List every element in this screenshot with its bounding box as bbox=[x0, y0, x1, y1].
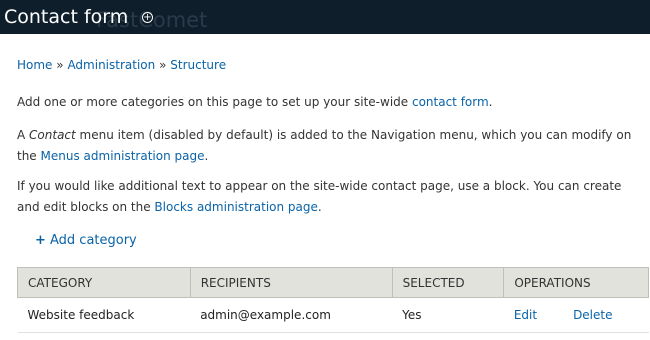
breadcrumb-administration[interactable]: Administration bbox=[67, 58, 155, 72]
help-text: Add one or more categories on this page … bbox=[17, 95, 412, 109]
table-row: Website feedback admin@example.com Yes E… bbox=[17, 297, 649, 333]
breadcrumb-structure[interactable]: Structure bbox=[170, 58, 226, 72]
blocks-admin-link[interactable]: Blocks administration page bbox=[154, 200, 317, 214]
breadcrumb-separator: » bbox=[159, 58, 167, 72]
help-paragraph-2: A Contact menu item (disabled by default… bbox=[17, 125, 642, 167]
help-text: . bbox=[317, 200, 322, 214]
column-header-operations: Operations bbox=[503, 267, 649, 298]
breadcrumb-home[interactable]: Home bbox=[17, 58, 52, 72]
column-header-category[interactable]: Category bbox=[17, 267, 191, 298]
help-paragraph-1: Add one or more categories on this page … bbox=[17, 95, 493, 109]
column-header-recipients[interactable]: Recipients bbox=[189, 267, 393, 298]
help-text: A bbox=[17, 128, 30, 142]
menus-admin-link[interactable]: Menus administration page bbox=[41, 149, 205, 163]
breadcrumb: Home » Administration » Structure bbox=[17, 58, 226, 72]
help-text: . bbox=[204, 149, 209, 163]
category-cell: Website feedback bbox=[17, 297, 191, 333]
operations-cell: Edit Delete bbox=[503, 297, 649, 333]
column-header-selected[interactable]: Selected bbox=[391, 267, 505, 298]
delete-link[interactable]: Delete bbox=[573, 308, 612, 322]
plus-icon: + bbox=[35, 233, 46, 248]
help-text: . bbox=[488, 95, 493, 109]
help-paragraph-3: If you would like additional text to app… bbox=[17, 176, 642, 218]
page-title: Contact form bbox=[4, 6, 129, 28]
help-emphasis: Contact bbox=[29, 128, 76, 142]
selected-cell: Yes bbox=[392, 297, 504, 333]
add-shortcut-icon[interactable]: + bbox=[142, 12, 153, 23]
breadcrumb-separator: » bbox=[56, 58, 64, 72]
add-category-action[interactable]: + Add category bbox=[35, 233, 137, 248]
edit-link[interactable]: Edit bbox=[514, 308, 537, 322]
add-category-link[interactable]: Add category bbox=[50, 233, 137, 248]
categories-table: Category Recipients Selected Operations … bbox=[17, 267, 649, 333]
page-header: FastComet Contact form + bbox=[0, 0, 650, 34]
table-header-row: Category Recipients Selected Operations bbox=[17, 267, 649, 298]
recipients-cell: admin@example.com bbox=[190, 297, 393, 333]
contact-form-link[interactable]: contact form bbox=[412, 95, 489, 109]
